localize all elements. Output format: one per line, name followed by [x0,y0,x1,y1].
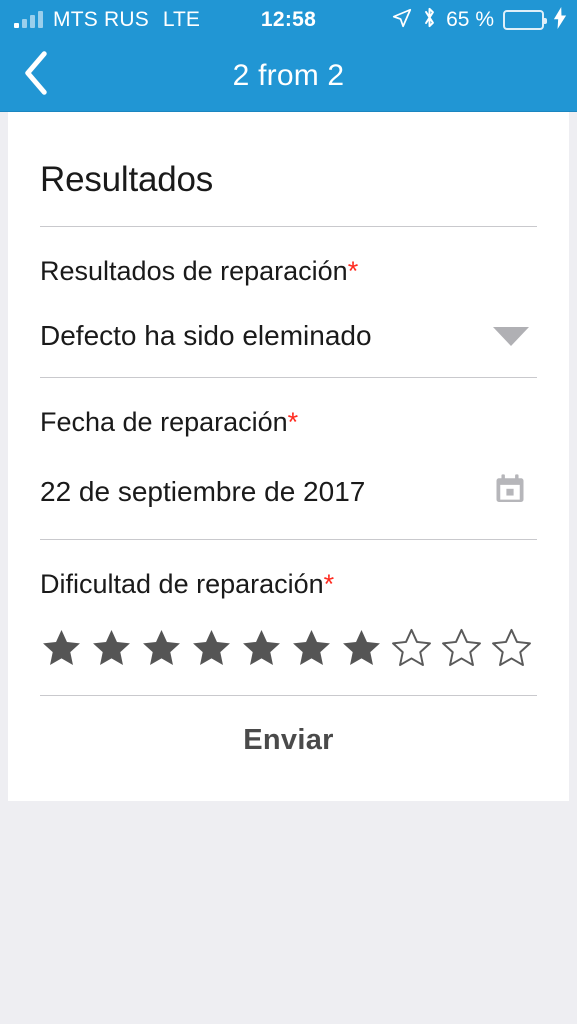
required-asterisk: * [287,407,299,438]
star-filled-icon[interactable] [40,626,83,669]
field-repair-date: Fecha de reparación* 22 de septiembre de… [40,378,537,539]
star-filled-icon[interactable] [340,626,383,669]
submit-button[interactable]: Enviar [243,724,333,757]
dropdown-control[interactable]: Defecto ha sido eleminado [40,319,537,352]
field-repair-difficulty: Dificultad de reparación* [40,540,537,695]
star-empty-icon[interactable] [390,626,433,669]
status-bar: MTS RUS LTE 12:58 65 % [0,0,577,40]
field-label-text: Resultados de reparación [40,256,348,286]
status-bar-right: 65 % [391,6,567,34]
location-arrow-icon [391,7,413,34]
field-label: Resultados de reparación* [40,256,537,287]
field-repair-results: Resultados de reparación* Defecto ha sid… [40,227,537,377]
star-filled-icon[interactable] [240,626,283,669]
star-filled-icon[interactable] [190,626,233,669]
back-button[interactable] [8,48,64,104]
field-label: Fecha de reparación* [40,408,537,438]
battery-icon [503,10,547,30]
calendar-icon[interactable] [495,472,531,513]
field-label: Dificultad de reparación* [40,569,537,600]
required-asterisk: * [347,256,359,286]
submit-row: Enviar [40,696,537,801]
field-value: 22 de septiembre de 2017 [40,476,366,508]
star-empty-icon[interactable] [440,626,483,669]
page-body: Resultados Resultados de reparación* Def… [0,112,577,1024]
bluetooth-icon [422,6,437,34]
chevron-down-icon[interactable] [493,326,529,346]
field-value: Defecto ha sido eleminado [40,319,372,351]
star-rating-control[interactable] [40,626,537,669]
star-empty-icon[interactable] [490,626,533,669]
field-label-text: Fecha de reparación [40,407,288,438]
page-title: 2 from 2 [232,58,345,92]
results-form-card: Resultados Resultados de reparación* Def… [8,112,569,801]
field-label-text: Dificultad de reparación [40,569,324,600]
charging-bolt-icon [553,6,567,34]
chevron-left-icon [21,51,51,100]
battery-percentage-label: 65 % [446,8,494,31]
star-filled-icon[interactable] [140,626,183,669]
star-filled-icon[interactable] [290,626,333,669]
navigation-bar: 2 from 2 [0,40,577,112]
required-asterisk: * [323,569,335,600]
section-heading: Resultados [40,160,214,199]
date-picker-control[interactable]: 22 de septiembre de 2017 [40,472,537,513]
star-filled-icon[interactable] [90,626,133,669]
